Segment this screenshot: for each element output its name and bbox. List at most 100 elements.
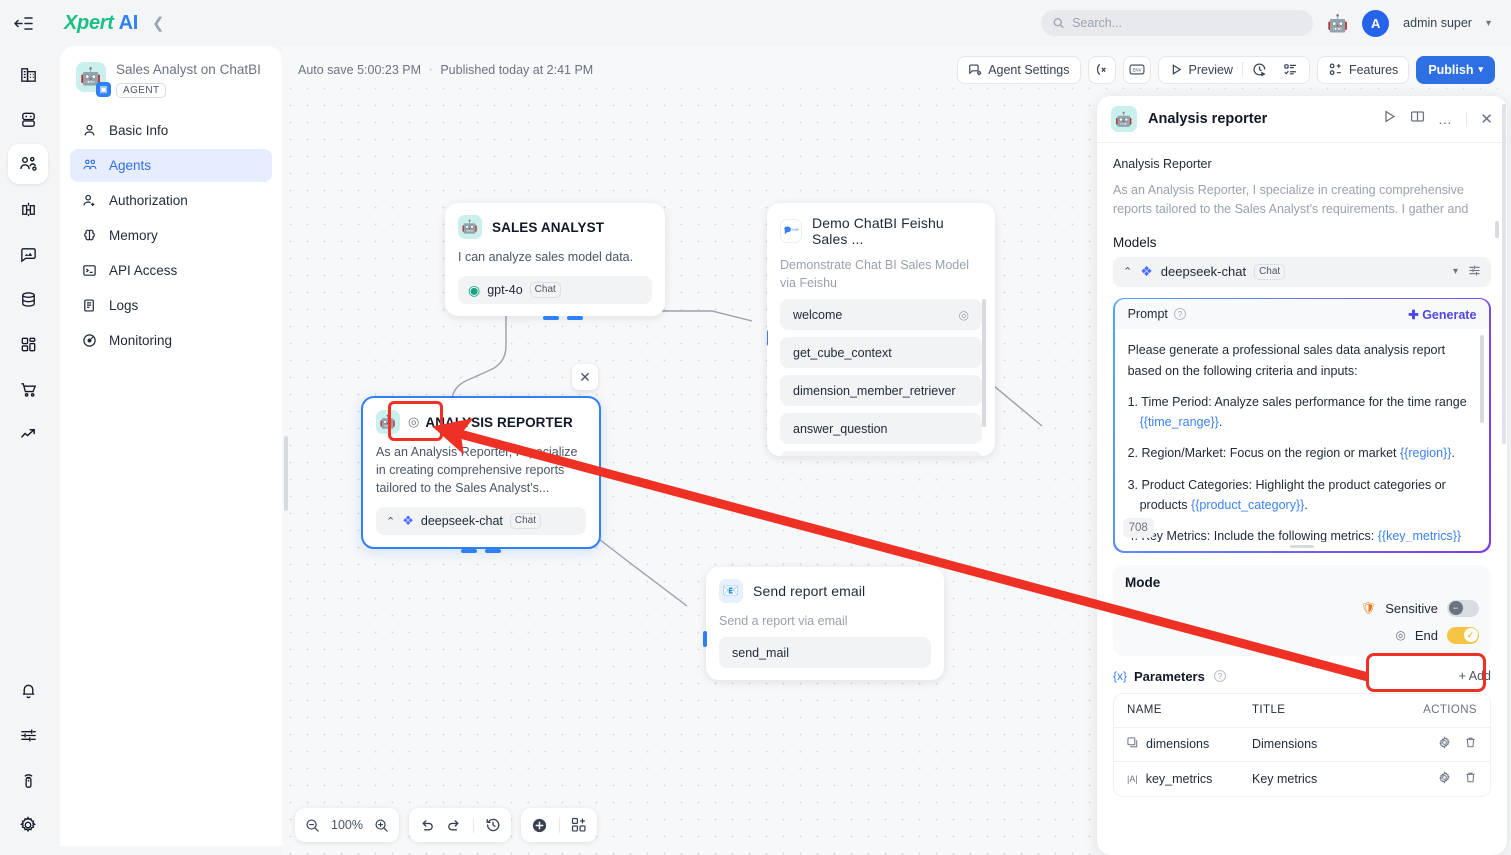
node-chatbi-toolset[interactable]: ChatBI Demo ChatBI Feishu Sales ... Demo… — [767, 203, 995, 456]
delete-icon[interactable] — [1464, 771, 1477, 787]
run-icon[interactable] — [1382, 109, 1397, 129]
tool-row-get-cube-context[interactable]: get_cube_context — [780, 337, 982, 368]
mode-card: Mode 🛡 Sensitive − ◎ End ✓ — [1113, 565, 1491, 656]
node-model-row[interactable]: ⌃ ❖ deepseek-chat Chat — [376, 507, 586, 535]
tool-row-dimension-member-retriever[interactable]: dimension_member_retriever — [780, 375, 982, 406]
add-node-icon[interactable] — [531, 817, 548, 834]
sidebar-item-memory[interactable]: Memory — [70, 219, 272, 252]
sliders-icon — [19, 726, 38, 745]
sidebar-item-api-access[interactable]: API Access — [70, 254, 272, 287]
rail-item-store[interactable] — [8, 369, 48, 409]
end-toggle[interactable]: ✓ — [1447, 627, 1479, 644]
rail-item-apps[interactable] — [8, 324, 48, 364]
rail-item-preferences[interactable] — [8, 715, 48, 755]
prompt-resize-handle[interactable] — [1115, 542, 1490, 551]
rail-item-analytics[interactable] — [8, 189, 48, 229]
node-port-out-a[interactable] — [461, 549, 477, 553]
close-icon[interactable]: ✕ — [1480, 110, 1493, 128]
rail-item-robot[interactable] — [8, 99, 48, 139]
end-marker-icon[interactable]: ◎ — [408, 414, 419, 430]
chevron-down-icon[interactable]: ▾ — [1486, 18, 1491, 29]
chevron-down-icon[interactable]: ▾ — [1453, 266, 1458, 277]
sensitive-toggle[interactable]: − — [1447, 600, 1479, 617]
gear-icon[interactable] — [1438, 771, 1451, 787]
tool-row-welcome[interactable]: welcome ◎ — [780, 299, 982, 330]
canvas-scrollbar[interactable] — [284, 436, 288, 511]
prompt-textarea[interactable]: Please generate a professional sales dat… — [1115, 329, 1490, 542]
publish-button[interactable]: Publish ▾ — [1416, 56, 1495, 84]
sidebar-item-agents[interactable]: Agents — [70, 149, 272, 182]
agent-settings-button[interactable]: Agent Settings — [957, 56, 1080, 84]
features-button[interactable]: Features — [1317, 56, 1409, 84]
variables-button[interactable] — [1088, 56, 1116, 84]
undo-icon[interactable] — [419, 817, 435, 833]
search-input[interactable] — [1072, 16, 1301, 30]
node-port-out-a[interactable] — [543, 316, 559, 320]
table-row[interactable]: |A| key_metrics Key metrics — [1114, 762, 1490, 796]
rail-item-trend[interactable] — [8, 414, 48, 454]
split-view-icon[interactable] — [1410, 109, 1425, 129]
rail-item-chat[interactable] — [8, 234, 48, 274]
param-name-cell: |A| key_metrics — [1127, 772, 1252, 786]
assistant-robot-icon[interactable]: 🤖 — [1327, 15, 1348, 32]
tool-list-scrollbar[interactable] — [982, 299, 986, 427]
zoom-out-icon[interactable] — [305, 818, 320, 833]
prompt-editor[interactable]: Prompt ? ✚ Generate Please generate a pr… — [1113, 298, 1491, 553]
tool-row-partial[interactable] — [780, 451, 982, 456]
features-icon — [1328, 62, 1343, 77]
node-analysis-reporter[interactable]: 🤖 ◎ ANALYSIS REPORTER As an Analysis Rep… — [361, 396, 601, 549]
prompt-scrollbar[interactable] — [1480, 335, 1484, 423]
model-name: deepseek-chat — [421, 514, 503, 528]
add-template-icon[interactable] — [571, 817, 587, 833]
help-icon[interactable]: ? — [1174, 308, 1186, 320]
environment-button[interactable]: ENV — [1123, 56, 1151, 84]
tool-row-send-mail[interactable]: send_mail — [719, 637, 931, 668]
chevron-left-icon[interactable]: ❮ — [152, 14, 165, 32]
run-history-button[interactable] — [1245, 58, 1274, 82]
table-row[interactable]: dimensions Dimensions — [1114, 728, 1490, 762]
rail-item-notifications[interactable] — [8, 670, 48, 710]
node-port-out-b[interactable] — [567, 316, 583, 320]
sidebar-item-logs[interactable]: Logs — [70, 289, 272, 322]
model-row-actions: ▾ — [1453, 264, 1481, 280]
help-icon[interactable]: ? — [1214, 670, 1226, 682]
add-parameter-button[interactable]: + Add — [1459, 669, 1491, 683]
node-name-value[interactable]: Analysis Reporter — [1113, 157, 1491, 171]
param-name: key_metrics — [1146, 772, 1213, 786]
gear-icon[interactable] — [1438, 736, 1451, 752]
sidebar-item-basic-info[interactable]: Basic Info — [70, 114, 272, 147]
description-scrollbar[interactable] — [1495, 221, 1499, 238]
node-send-report-email[interactable]: 📧 Send report email Send a report via em… — [706, 567, 944, 680]
svg-text:ENV: ENV — [1132, 67, 1141, 72]
node-port-in[interactable] — [767, 330, 768, 346]
generate-button[interactable]: ✚ Generate — [1408, 307, 1476, 322]
rail-item-device[interactable] — [8, 760, 48, 800]
sidebar-item-monitoring[interactable]: Monitoring — [70, 324, 272, 357]
tool-row-answer-question[interactable]: answer_question — [780, 413, 982, 444]
history-icon[interactable] — [485, 817, 501, 833]
more-options-icon[interactable]: … — [1438, 114, 1454, 124]
sidebar-item-authorization[interactable]: Authorization — [70, 184, 272, 217]
node-close-button[interactable]: ✕ — [572, 364, 598, 390]
preview-button[interactable]: Preview — [1163, 58, 1240, 82]
zoom-in-icon[interactable] — [374, 818, 389, 833]
rail-item-settings[interactable] — [8, 805, 48, 845]
collapse-sidebar-icon[interactable] — [0, 0, 46, 46]
model-settings-icon[interactable] — [1468, 264, 1481, 280]
rail-item-agents[interactable] — [8, 144, 48, 184]
redo-icon[interactable] — [446, 817, 462, 833]
node-model-row[interactable]: ◉ gpt-4o Chat — [458, 276, 652, 304]
end-marker-icon[interactable]: ◎ — [959, 308, 969, 322]
avatar[interactable]: A — [1362, 10, 1389, 37]
node-port-in[interactable] — [703, 631, 707, 647]
node-sales-analyst[interactable]: 🤖 SALES ANALYST I can analyze sales mode… — [445, 203, 665, 316]
node-description-value[interactable]: As an Analysis Reporter, I specialize in… — [1113, 181, 1491, 220]
rail-item-organization[interactable] — [8, 54, 48, 94]
rail-item-database[interactable] — [8, 279, 48, 319]
delete-icon[interactable] — [1464, 736, 1477, 752]
robot-avatar-icon: 🤖 — [1111, 106, 1137, 132]
model-selector[interactable]: ⌃ ❖ deepseek-chat Chat ▾ — [1113, 257, 1491, 287]
search-box[interactable] — [1041, 10, 1313, 36]
checklist-button[interactable] — [1276, 58, 1305, 82]
node-port-out-b[interactable] — [485, 549, 501, 553]
